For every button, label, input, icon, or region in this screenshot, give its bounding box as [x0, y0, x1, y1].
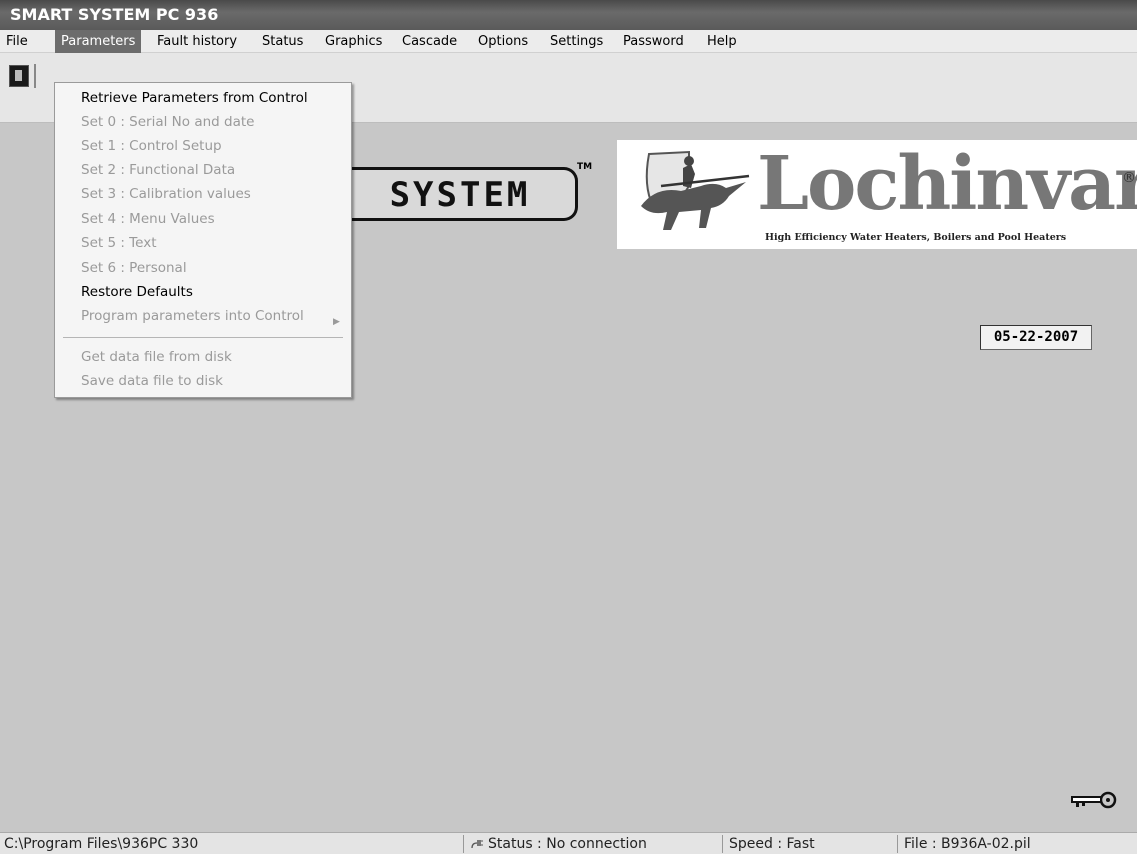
- menu-graphics[interactable]: Graphics: [319, 30, 388, 53]
- menu-separator: [63, 337, 343, 338]
- door-exit-icon[interactable]: [9, 65, 29, 87]
- registered-mark: ®: [1122, 170, 1136, 186]
- menu-status[interactable]: Status: [256, 30, 309, 53]
- menu-item-set-4[interactable]: Set 4 : Menu Values: [81, 207, 215, 231]
- window-title: SMART SYSTEM PC 936: [0, 0, 1137, 30]
- menu-item-restore-defaults[interactable]: Restore Defaults: [81, 280, 193, 304]
- menu-bar: File Parameters Fault history Status Gra…: [0, 30, 1137, 53]
- menu-item-set-1[interactable]: Set 1 : Control Setup: [81, 134, 222, 158]
- menu-item-save-data-file[interactable]: Save data file to disk: [81, 369, 223, 393]
- menu-item-program-parameters[interactable]: Program parameters into Control: [81, 304, 304, 328]
- menu-fault-history[interactable]: Fault history: [151, 30, 243, 53]
- lochinvar-wordmark: Lochinvar: [757, 141, 1137, 227]
- menu-password[interactable]: Password: [617, 30, 690, 53]
- menu-item-set-0[interactable]: Set 0 : Serial No and date: [81, 110, 254, 134]
- menu-file[interactable]: File: [0, 30, 34, 53]
- status-file: File : B936A-02.pil: [897, 835, 1031, 853]
- menu-item-retrieve-parameters[interactable]: Retrieve Parameters from Control: [81, 86, 308, 110]
- parameters-dropdown-menu: Retrieve Parameters from Control Set 0 :…: [54, 82, 352, 398]
- lochinvar-logo: Lochinvar ® High Efficiency Water Heater…: [617, 140, 1137, 249]
- smart-system-logo-text: SYSTEM: [389, 175, 531, 215]
- submenu-arrow-icon: ▶: [333, 317, 340, 327]
- date-display: 05-22-2007: [980, 325, 1092, 350]
- menu-item-set-5[interactable]: Set 5 : Text: [81, 231, 156, 255]
- plug-icon: [471, 840, 483, 849]
- menu-item-set-2[interactable]: Set 2 : Functional Data: [81, 158, 235, 182]
- status-speed: Speed : Fast: [722, 835, 815, 853]
- lochinvar-tagline: High Efficiency Water Heaters, Boilers a…: [765, 232, 1067, 243]
- status-bar: C:\Program Files\936PC 330 Status : No c…: [0, 832, 1137, 854]
- status-connection: Status : No connection: [463, 835, 647, 853]
- toolbar-separator: [34, 64, 36, 88]
- menu-cascade[interactable]: Cascade: [396, 30, 463, 53]
- status-path: C:\Program Files\936PC 330: [4, 836, 199, 852]
- menu-item-get-data-file[interactable]: Get data file from disk: [81, 345, 232, 369]
- status-connection-text: Status : No connection: [488, 836, 647, 852]
- menu-help[interactable]: Help: [701, 30, 743, 53]
- menu-item-set-3[interactable]: Set 3 : Calibration values: [81, 182, 251, 206]
- trademark-mark: TM: [577, 162, 593, 172]
- menu-parameters[interactable]: Parameters: [55, 30, 142, 53]
- key-icon[interactable]: [1070, 788, 1118, 812]
- menu-settings[interactable]: Settings: [544, 30, 609, 53]
- smart-system-logo: SYSTEM: [350, 167, 578, 221]
- menu-item-set-6[interactable]: Set 6 : Personal: [81, 256, 187, 280]
- menu-options[interactable]: Options: [472, 30, 534, 53]
- knight-horse-icon: [641, 150, 750, 230]
